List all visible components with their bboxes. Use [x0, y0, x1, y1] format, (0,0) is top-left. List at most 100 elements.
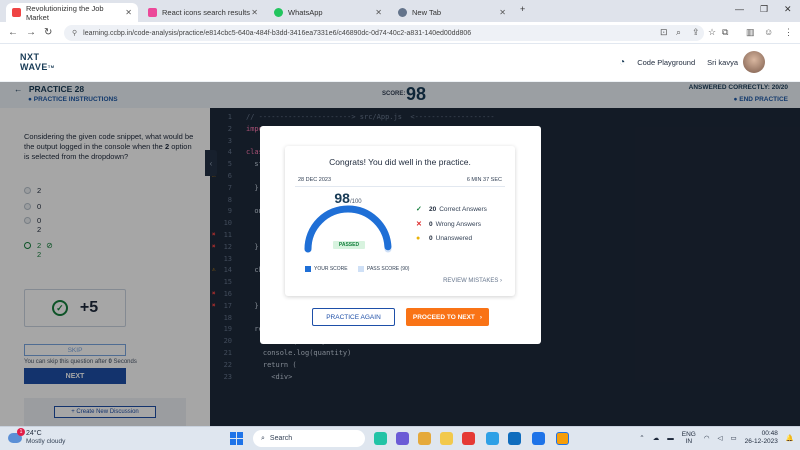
timer-icon[interactable]: ◔ — [619, 57, 625, 68]
tab-label: WhatsApp — [288, 8, 323, 17]
proceed-to-next-button[interactable]: PROCEED TO NEXT › — [406, 308, 489, 326]
legend-label: PASS SCORE (90) — [367, 266, 410, 272]
user-name[interactable]: Sri kavya — [707, 58, 738, 67]
search-placeholder: Search — [269, 435, 293, 442]
temperature: 24°C — [26, 430, 42, 437]
wrong-count: 0 — [429, 220, 433, 228]
taskbar-search[interactable]: ⌕ Search — [253, 430, 365, 447]
score-display: 98/100 — [285, 190, 411, 206]
cloud-tray-icon[interactable]: ☁ — [653, 434, 660, 442]
share-icon[interactable]: ⇪ — [692, 27, 700, 38]
language-indicator[interactable]: ENG IN — [682, 431, 696, 445]
cross-icon: ✕ — [416, 221, 422, 228]
telegram-icon[interactable] — [486, 432, 499, 445]
back-icon[interactable]: ← — [8, 27, 18, 38]
chevron-right-icon: › — [500, 278, 502, 284]
avatar[interactable] — [743, 51, 765, 73]
onedrive-icon[interactable]: ▬ — [667, 435, 674, 442]
close-icon[interactable]: ✕ — [125, 8, 132, 17]
browser-tab-active[interactable]: Revolutionizing the Job Market ✕ — [6, 3, 138, 22]
vscode-icon[interactable] — [508, 432, 521, 445]
widgets-icon[interactable] — [374, 432, 387, 445]
file-explorer-icon[interactable] — [440, 432, 453, 445]
result-modal: Congrats! You did well in the practice. … — [260, 126, 541, 344]
correct-count: 20 — [429, 205, 437, 213]
code-playground-link[interactable]: Code Playground — [637, 58, 695, 67]
chrome-active-icon[interactable] — [556, 432, 569, 445]
meet-icon[interactable] — [396, 432, 409, 445]
legend-your-score: YOUR SCORE — [305, 266, 348, 272]
legend-label: YOUR SCORE — [314, 266, 348, 272]
logo-line1: NXT — [20, 52, 40, 62]
windows-start-icon[interactable] — [230, 432, 243, 445]
legend-swatch — [305, 266, 311, 272]
notification-bell-icon[interactable]: 🔔 — [786, 434, 794, 442]
logo-trademark: TM — [47, 64, 55, 69]
clock-time: 00:48 — [761, 430, 778, 437]
restore-icon[interactable]: ❐ — [760, 4, 768, 15]
app-header: NXT WAVETM ◔ Code Playground Sri kavya — [0, 44, 800, 82]
close-icon[interactable]: ✕ — [251, 8, 258, 17]
browser-tab[interactable]: React icons search results ✕ — [142, 3, 264, 22]
close-icon[interactable]: ✕ — [375, 8, 382, 17]
menu-icon[interactable]: ⋮ — [784, 27, 793, 38]
tab-label: Revolutionizing the Job Market — [26, 3, 104, 22]
side-panel-icon[interactable]: ▥ — [746, 27, 755, 38]
volume-icon[interactable]: ◁ — [718, 434, 723, 442]
wifi-icon[interactable]: ◠ — [704, 434, 710, 442]
globe-icon — [398, 8, 407, 17]
minimize-icon[interactable]: — — [735, 4, 744, 14]
result-card: Congrats! You did well in the practice. … — [285, 146, 515, 296]
notification-badge: 1 — [17, 428, 25, 436]
windows-taskbar: 24°C Mostly cloudy ⌕ Search ⌃ ☁ ▬ ENG IN… — [0, 426, 800, 450]
score-number: 98 — [334, 190, 350, 206]
battery-icon[interactable]: ▭ — [731, 434, 737, 442]
unanswered-stat: ● 0 Unanswered — [416, 235, 472, 242]
profile-icon[interactable]: ☺ — [764, 27, 773, 37]
unanswered-count: 0 — [429, 235, 433, 242]
chevron-up-icon[interactable]: ⌃ — [639, 434, 644, 442]
lang-code: ENG — [681, 431, 696, 438]
review-mistakes-link[interactable]: REVIEW MISTAKES › — [443, 278, 502, 284]
wrong-label: Wrong Answers — [435, 220, 482, 228]
system-tray: ⌃ ☁ ▬ ENG IN ◠ ◁ ▭ 00:48 26-12-2023 🔔 — [639, 430, 794, 446]
correct-label: Correct Answers — [439, 205, 487, 213]
mail-icon[interactable] — [532, 432, 545, 445]
url-text: learning.ccbp.in/code-analysis/practice/… — [83, 29, 472, 37]
practice-again-button[interactable]: PRACTICE AGAIN — [312, 308, 395, 326]
close-window-icon[interactable]: ✕ — [784, 4, 792, 15]
zoom-icon[interactable]: ⌕ — [676, 27, 681, 38]
search-icon: ⌕ — [261, 434, 265, 442]
favicon-icon — [12, 8, 21, 17]
site-info-icon[interactable]: ⚲ — [72, 29, 77, 37]
url-input[interactable]: ⚲ learning.ccbp.in/code-analysis/practic… — [64, 25, 704, 41]
google-lens-icon[interactable]: ⊡ — [660, 27, 668, 38]
unanswered-label: Unanswered — [435, 235, 473, 242]
congrats-heading: Congrats! You did well in the practice. — [329, 157, 471, 167]
tab-label: React icons search results — [162, 8, 250, 17]
wrong-answers-stat: ✕ 0 Wrong Answers — [416, 220, 482, 229]
clock[interactable]: 00:48 26-12-2023 — [745, 430, 778, 446]
chrome-icon[interactable] — [418, 432, 431, 445]
new-tab-icon[interactable]: + — [520, 4, 525, 14]
browser-tab[interactable]: New Tab ✕ — [392, 3, 512, 22]
logo-line2: WAVE — [20, 62, 48, 72]
close-icon[interactable]: ✕ — [499, 8, 506, 17]
review-mistakes-label: REVIEW MISTAKES — [443, 278, 499, 284]
reload-icon[interactable]: ↻ — [44, 27, 52, 38]
result-date: 28 DEC 2023 — [298, 177, 332, 183]
extensions-icon[interactable]: ⧉ — [722, 27, 728, 38]
opera-icon[interactable] — [462, 432, 475, 445]
score-total: /100 — [349, 199, 362, 205]
forward-icon[interactable]: → — [26, 27, 36, 38]
bookmark-icon[interactable]: ☆ — [708, 27, 716, 38]
legend-pass-score: PASS SCORE (90) — [358, 266, 409, 272]
browser-tab[interactable]: WhatsApp ✕ — [268, 3, 388, 22]
nxtwave-logo[interactable]: NXT WAVETM — [20, 52, 55, 72]
whatsapp-icon — [274, 8, 283, 17]
check-icon: ✓ — [416, 206, 422, 213]
clock-date: 26-12-2023 — [744, 438, 778, 445]
status-badge: PASSED — [333, 241, 365, 249]
favicon-icon — [148, 8, 157, 17]
correct-answers-stat: ✓ 20 Correct Answers — [416, 205, 487, 214]
